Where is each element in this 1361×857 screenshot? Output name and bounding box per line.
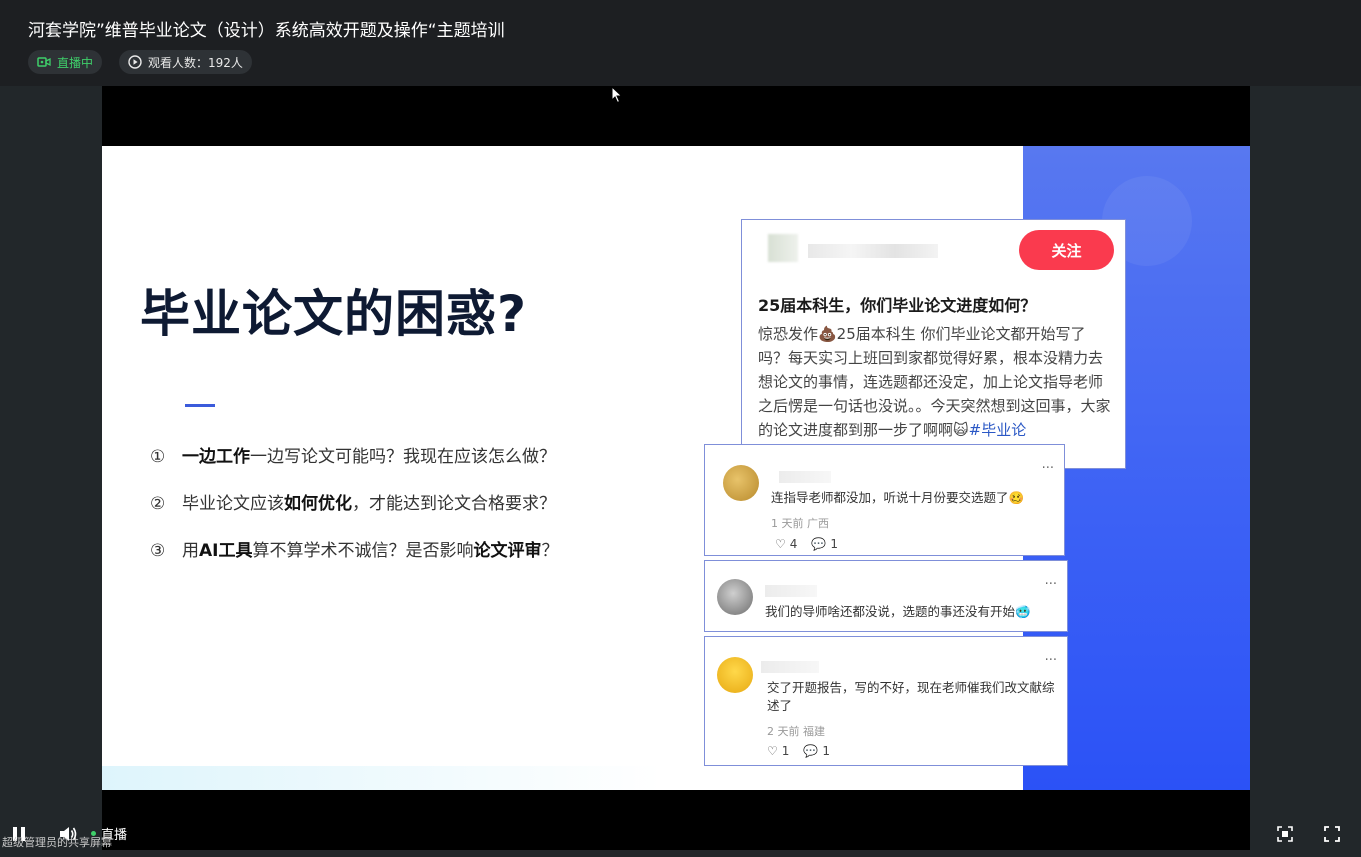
viewer-count-label: 观看人数：192人 <box>148 55 243 70</box>
comment-meta: 2 天前 福建 <box>767 725 825 738</box>
screen-share-note: 超级管理员的共享屏幕 <box>2 836 112 849</box>
bullet-bold: 一边工作 <box>182 447 250 467</box>
blurred-username <box>765 585 817 597</box>
like-count: 4 <box>789 537 798 551</box>
bullet-bold: 论文评审 <box>473 541 542 561</box>
heart-icon: ♡ <box>775 537 786 551</box>
follow-button: 关注 <box>1019 230 1114 270</box>
comment-actions: ♡ 1 💬 1 <box>767 744 830 758</box>
bullet-item-2: ② 毕业论文应该如何优化，才能达到论文合格要求？ <box>150 489 556 514</box>
right-margin <box>1250 86 1361 857</box>
bullet-item-1: ① 一边工作一边写论文可能吗？我现在应该怎么做？ <box>150 442 556 467</box>
commenter-avatar <box>717 657 753 693</box>
slide-bottom-strip <box>102 766 662 790</box>
viewer-count-badge: 观看人数：192人 <box>119 50 252 74</box>
fullscreen-icon[interactable] <box>1324 826 1340 842</box>
comment-card: ··· 交了开题报告，写的不好，现在老师催我们改文献综述了 2 天前 福建 ♡ 1… <box>704 636 1068 766</box>
comment-text: 我们的导师啥还都没说，选题的事还没有开始🥶 <box>765 604 1031 619</box>
bullet-text: ？ <box>541 541 559 561</box>
more-options-icon: ··· <box>1044 577 1057 592</box>
bullet-bold: 如何优化 <box>284 494 352 514</box>
play-circle-icon <box>128 55 142 69</box>
post-hashtag: #毕业论 <box>968 421 1027 439</box>
bullet-bold: AI工具 <box>199 541 253 561</box>
bullet-text: 一边写论文可能吗？我现在应该怎么做？ <box>250 447 556 467</box>
comment-meta: 1 天前 广西 <box>771 517 829 530</box>
more-options-icon: ··· <box>1041 461 1054 476</box>
blurred-avatar <box>768 234 798 262</box>
bullet-item-3: ③ 用AI工具算不算学术不诚信？是否影响论文评审？ <box>150 536 558 561</box>
blurred-username <box>808 244 938 258</box>
post-body-text: 惊恐发作💩25届本科生 你们毕业论文都开始写了吗？每天实习上班回到家都觉得好累，… <box>758 325 1111 439</box>
reply-icon: 💬 <box>811 537 827 551</box>
left-margin <box>0 86 102 857</box>
bullet-text: ，才能达到论文合格要求？ <box>352 494 556 514</box>
bullet-text: 算不算学术不诚信？是否影响 <box>252 541 474 561</box>
screenshot-icon[interactable] <box>1277 826 1293 842</box>
social-post-card: 关注 25届本科生，你们毕业论文进度如何？ 惊恐发作💩25届本科生 你们毕业论文… <box>741 219 1126 469</box>
video-camera-icon <box>37 57 51 67</box>
slide-title: 毕业论文的困惑? <box>140 285 528 343</box>
comment-text: 连指导老师都没加，听说十月份要交选题了🥴 <box>771 490 1025 505</box>
presentation-slide: 毕业论文的困惑? ① 一边工作一边写论文可能吗？我现在应该怎么做？ ② 毕业论文应该… <box>102 146 1250 790</box>
comment-card: ··· 我们的导师啥还都没说，选题的事还没有开始🥶 <box>704 560 1068 632</box>
live-status-label: 直播中 <box>57 55 94 70</box>
comment-text: 交了开题报告，写的不好，现在老师催我们改文献综述了 <box>767 680 1055 713</box>
stream-header: 河套学院”维普毕业论文（设计）系统高效开题及操作“主题培训 直播中 观看人数：1… <box>0 0 1361 86</box>
blurred-username <box>761 661 819 673</box>
like-count: 1 <box>781 744 790 758</box>
bullet-number: ③ <box>150 541 166 561</box>
comment-actions: ♡ 4 💬 1 <box>775 537 838 551</box>
commenter-avatar <box>717 579 753 615</box>
blurred-username <box>779 471 831 483</box>
reply-count: 1 <box>822 744 830 758</box>
more-options-icon: ··· <box>1044 653 1057 668</box>
mouse-cursor-icon <box>611 86 623 104</box>
player-controls: 直播 <box>0 820 1361 857</box>
reply-icon: 💬 <box>803 744 819 758</box>
heart-icon: ♡ <box>767 744 778 758</box>
commenter-avatar <box>723 465 759 501</box>
comment-card: ··· 连指导老师都没加，听说十月份要交选题了🥴 1 天前 广西 ♡ 4 💬 1 <box>704 444 1065 556</box>
post-title: 25届本科生，你们毕业论文进度如何？ <box>758 296 1037 315</box>
live-status-badge: 直播中 <box>28 50 103 74</box>
bullet-text: 用 <box>182 541 199 561</box>
bullet-text: 毕业论文应该 <box>182 494 284 514</box>
bullet-number: ① <box>150 447 166 467</box>
bullet-number: ② <box>150 494 166 514</box>
reply-count: 1 <box>830 537 838 551</box>
title-divider <box>185 404 215 407</box>
stream-title: 河套学院”维普毕业论文（设计）系统高效开题及操作“主题培训 <box>28 21 505 41</box>
post-body: 惊恐发作💩25届本科生 你们毕业论文都开始写了吗？每天实习上班回到家都觉得好累，… <box>758 322 1113 442</box>
